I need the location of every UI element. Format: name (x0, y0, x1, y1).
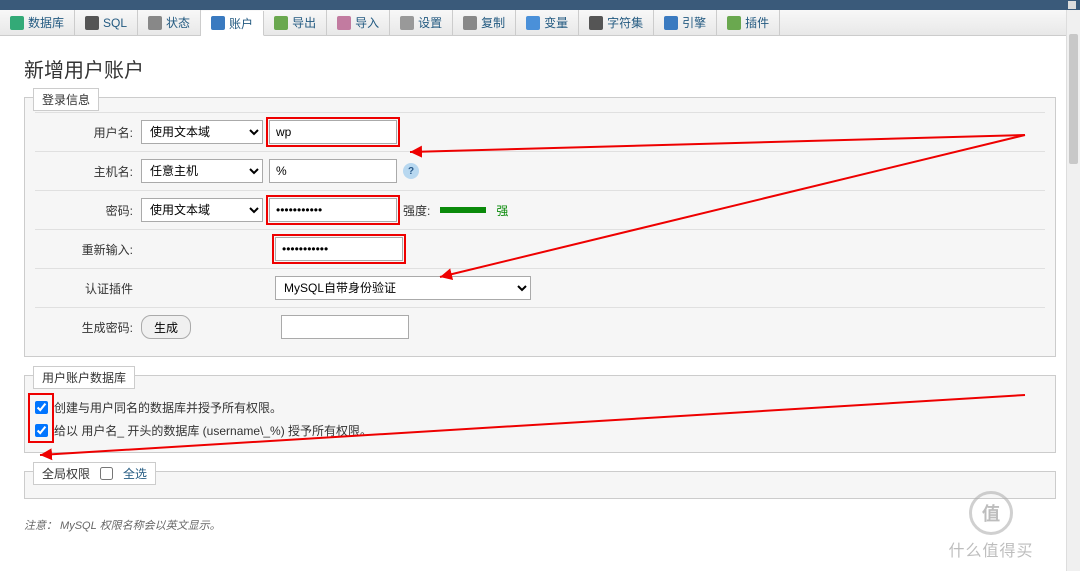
tab-export[interactable]: 导出 (264, 10, 327, 35)
scrollbar-thumb[interactable] (1069, 34, 1078, 164)
page-title: 新增用户账户 (24, 54, 1056, 83)
status-icon (148, 16, 162, 30)
close-icon[interactable] (1068, 1, 1076, 9)
global-priv-legend: 全局权限 全选 (33, 462, 156, 485)
auth-plugin-select[interactable]: MySQL自带身份验证 (275, 276, 531, 300)
host-input[interactable] (269, 159, 397, 183)
generate-label: 生成密码: (35, 319, 141, 336)
charset-icon (589, 16, 603, 30)
tab-sql[interactable]: SQL (75, 10, 138, 35)
tab-database[interactable]: 数据库 (0, 10, 75, 35)
variable-icon (526, 16, 540, 30)
tab-engines[interactable]: 引擎 (654, 10, 717, 35)
privilege-note: 注意： MySQL 权限名称会以英文显示。 (24, 517, 1056, 533)
page-content: 新增用户账户 登录信息 用户名: 使用文本域 主机名: 任意主机 ? 密码: 使… (0, 36, 1080, 543)
host-mode-select[interactable]: 任意主机 (141, 159, 263, 183)
tab-label: 变量 (544, 14, 568, 31)
tab-label: 账户 (229, 15, 253, 32)
tab-import[interactable]: 导入 (327, 10, 390, 35)
tab-label: 字符集 (607, 14, 643, 31)
database-icon (10, 16, 24, 30)
select-all-checkbox[interactable] (100, 467, 113, 480)
grant-prefix-db-label: 给以 用户名_ 开头的数据库 (username\_%) 授予所有权限。 (54, 422, 372, 439)
top-tabs: 数据库 SQL 状态 账户 导出 导入 设置 复制 变量 字符集 引擎 插件 (0, 10, 1080, 36)
window-titlebar (0, 0, 1080, 10)
tab-label: SQL (103, 16, 127, 30)
strength-text: 强 (496, 202, 508, 219)
engine-icon (664, 16, 678, 30)
login-fieldset: 登录信息 用户名: 使用文本域 主机名: 任意主机 ? 密码: 使用文本域 强度… (24, 97, 1056, 357)
strength-meter (440, 207, 486, 213)
password-mode-select[interactable]: 使用文本域 (141, 198, 263, 222)
username-mode-select[interactable]: 使用文本域 (141, 120, 263, 144)
create-samename-db-label: 创建与用户同名的数据库并授予所有权限。 (54, 399, 282, 416)
tab-variables[interactable]: 变量 (516, 10, 579, 35)
tab-label: 数据库 (28, 14, 64, 31)
generated-password-input[interactable] (281, 315, 409, 339)
host-label: 主机名: (35, 163, 141, 180)
tab-label: 设置 (418, 14, 442, 31)
vertical-scrollbar[interactable] (1066, 10, 1080, 571)
export-icon (274, 16, 288, 30)
password-input[interactable] (269, 198, 397, 222)
tab-label: 插件 (745, 14, 769, 31)
username-input[interactable] (269, 120, 397, 144)
tab-label: 导入 (355, 14, 379, 31)
retype-label: 重新输入: (35, 241, 141, 258)
sql-icon (85, 16, 99, 30)
select-all-label[interactable]: 全选 (123, 465, 147, 482)
tab-label: 复制 (481, 14, 505, 31)
password-label: 密码: (35, 202, 141, 219)
watermark-text: 什么值得买 (916, 537, 1066, 561)
generate-button[interactable]: 生成 (141, 315, 191, 339)
tab-plugins[interactable]: 插件 (717, 10, 780, 35)
tab-accounts[interactable]: 账户 (201, 11, 264, 36)
wrench-icon (400, 16, 414, 30)
tab-label: 状态 (166, 14, 190, 31)
tab-label: 引擎 (682, 14, 706, 31)
tab-label: 导出 (292, 14, 316, 31)
user-db-fieldset: 用户账户数据库 创建与用户同名的数据库并授予所有权限。 给以 用户名_ 开头的数… (24, 375, 1056, 453)
login-legend: 登录信息 (33, 88, 99, 111)
strength-label: 强度: (403, 202, 430, 219)
tab-settings[interactable]: 设置 (390, 10, 453, 35)
import-icon (337, 16, 351, 30)
annotation-box (31, 396, 51, 440)
tab-status[interactable]: 状态 (138, 10, 201, 35)
auth-label: 认证插件 (35, 280, 141, 297)
tab-charset[interactable]: 字符集 (579, 10, 654, 35)
user-db-legend: 用户账户数据库 (33, 366, 135, 389)
help-icon[interactable]: ? (403, 163, 419, 179)
global-priv-fieldset: 全局权限 全选 (24, 471, 1056, 499)
tab-replication[interactable]: 复制 (453, 10, 516, 35)
username-label: 用户名: (35, 124, 141, 141)
global-priv-title: 全局权限 (42, 465, 90, 482)
retype-input[interactable] (275, 237, 403, 261)
plugin-icon (727, 16, 741, 30)
users-icon (211, 16, 225, 30)
watermark-icon: 值 (969, 491, 1013, 535)
watermark: 值 什么值得买 (916, 491, 1066, 561)
copy-icon (463, 16, 477, 30)
